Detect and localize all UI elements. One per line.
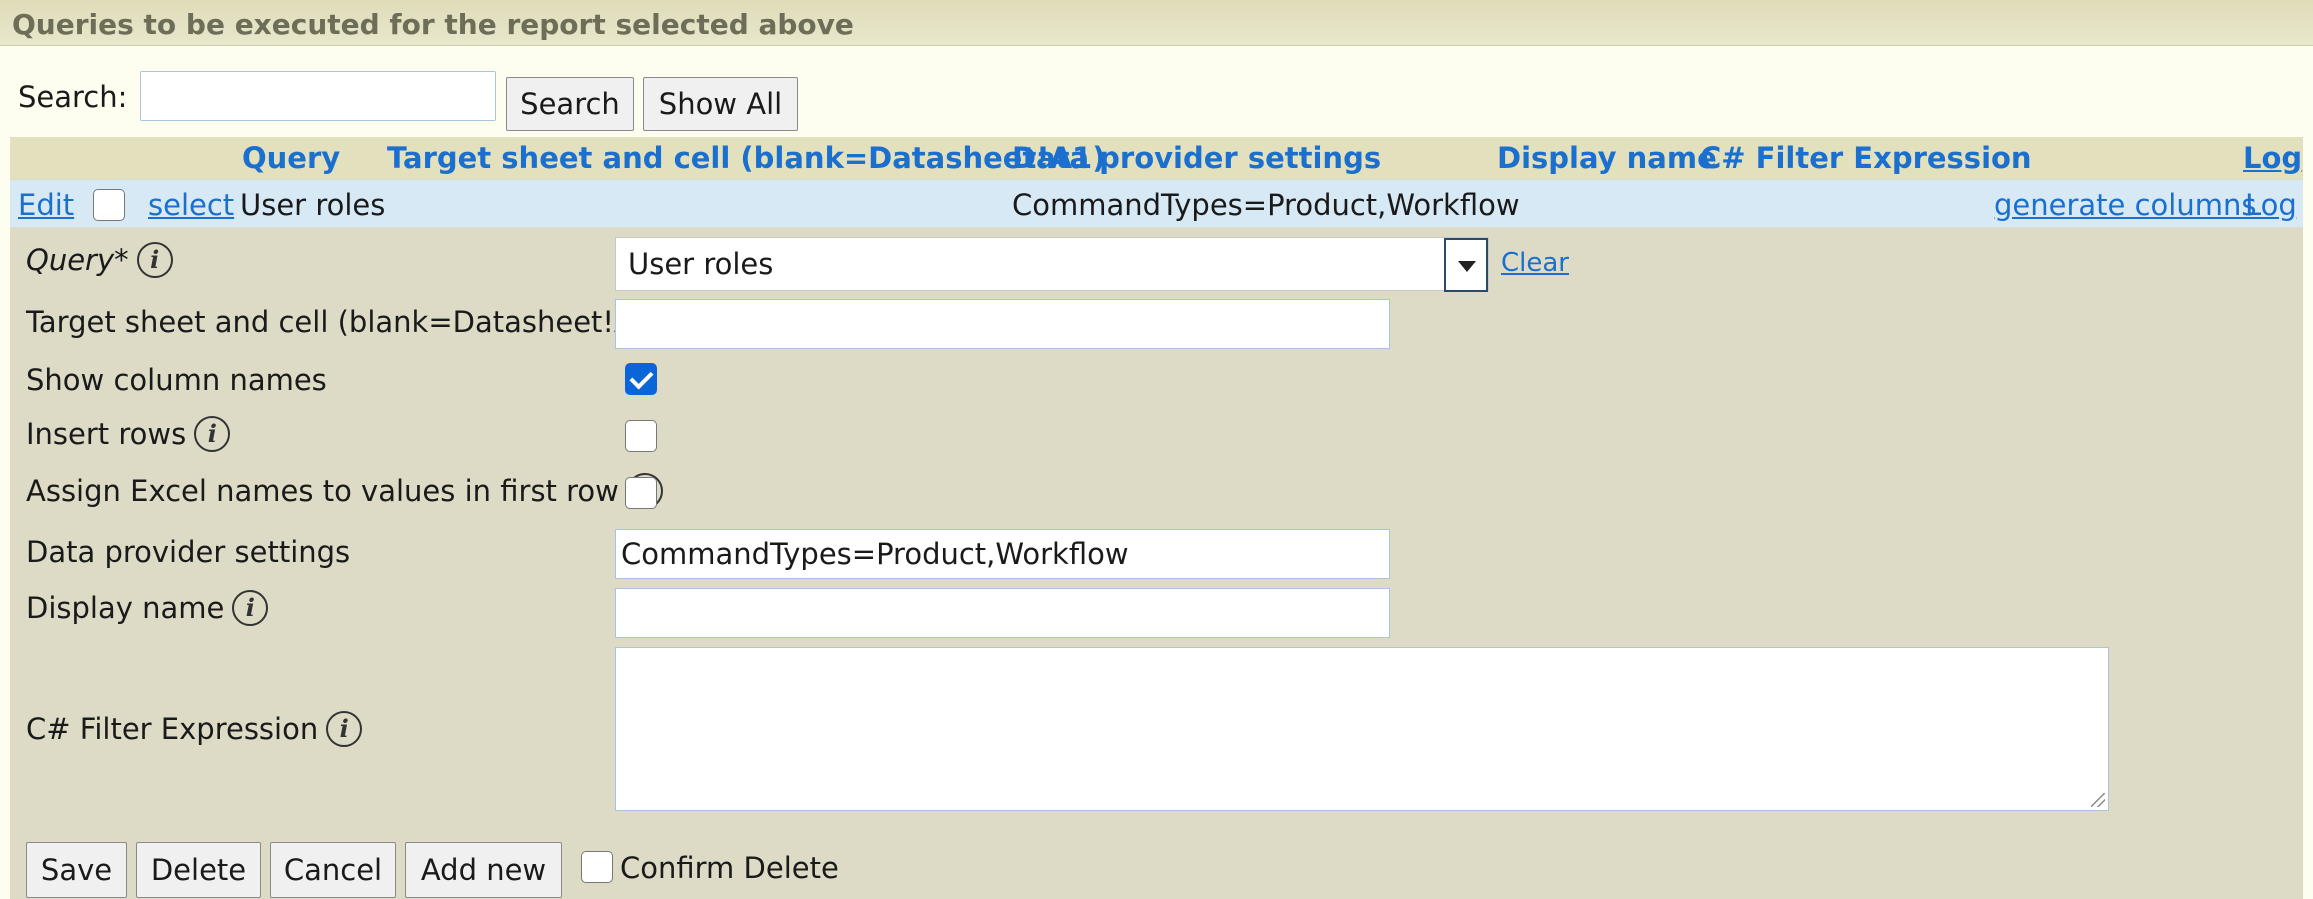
panel-title-bar: Queries to be executed for the report se… <box>0 0 2313 46</box>
search-button[interactable]: Search <box>506 77 634 131</box>
info-icon[interactable]: i <box>136 242 173 278</box>
info-icon[interactable]: i <box>194 416 231 452</box>
insert-rows-label: Insert rows i <box>26 416 231 452</box>
column-header-target[interactable]: Target sheet and cell (blank=Datasheet!A… <box>387 141 1105 175</box>
column-header-display-name[interactable]: Display name <box>1497 141 1717 175</box>
query-field-label: Query* i <box>26 242 173 278</box>
filter-expression-label: C# Filter Expression i <box>26 711 363 747</box>
display-name-input[interactable] <box>615 588 1390 638</box>
search-input[interactable] <box>140 71 496 121</box>
insert-rows-checkbox[interactable] <box>625 420 657 452</box>
queries-panel: Queries to be executed for the report se… <box>0 0 2313 899</box>
save-button[interactable]: Save <box>26 842 127 898</box>
column-header-query[interactable]: Query <box>242 141 340 175</box>
table-row: Edit select User roles CommandTypes=Prod… <box>10 180 2303 227</box>
select-link[interactable]: select <box>148 188 234 222</box>
query-combobox[interactable]: User roles <box>615 237 1489 292</box>
target-field-label: Target sheet and cell (blank=Datasheet!A… <box>26 305 664 339</box>
grid-header-row: Query Target sheet and cell (blank=Datas… <box>10 137 2303 179</box>
assign-excel-names-label: Assign Excel names to values in first ro… <box>26 473 663 509</box>
column-header-filter[interactable]: C# Filter Expression <box>1700 141 2032 175</box>
clear-query-link[interactable]: Clear <box>1501 248 1569 278</box>
add-new-button[interactable]: Add new <box>405 842 562 898</box>
info-icon[interactable]: i <box>326 711 363 747</box>
search-label: Search: <box>18 80 128 114</box>
generate-columns-link[interactable]: generate columns <box>1994 188 2256 222</box>
data-provider-input[interactable]: CommandTypes=Product,Workflow <box>615 529 1390 579</box>
data-provider-label: Data provider settings <box>26 535 351 569</box>
info-icon[interactable]: i <box>232 590 269 626</box>
display-name-label: Display name i <box>26 590 269 626</box>
dropdown-arrow-icon[interactable] <box>1444 238 1488 292</box>
column-header-data-provider[interactable]: Data provider settings <box>1012 141 1381 175</box>
panel-title: Queries to be executed for the report se… <box>12 8 854 41</box>
target-cell-input[interactable] <box>615 299 1390 349</box>
confirm-delete-checkbox[interactable] <box>581 851 613 883</box>
row-query-value: User roles <box>240 188 386 222</box>
row-log-link[interactable]: Log <box>2245 188 2297 222</box>
assign-excel-names-checkbox[interactable] <box>625 477 657 509</box>
query-combobox-value: User roles <box>628 247 774 281</box>
column-header-log[interactable]: Log <box>2243 141 2302 175</box>
filter-expression-textarea[interactable] <box>615 647 2109 811</box>
confirm-delete-label: Confirm Delete <box>620 851 839 885</box>
row-data-provider-value: CommandTypes=Product,Workflow <box>1012 188 1520 222</box>
cancel-button[interactable]: Cancel <box>270 842 396 898</box>
show-all-button[interactable]: Show All <box>643 77 798 131</box>
delete-button[interactable]: Delete <box>136 842 261 898</box>
show-column-names-checkbox[interactable] <box>625 363 657 395</box>
edit-link[interactable]: Edit <box>18 188 74 222</box>
queries-grid: Query Target sheet and cell (blank=Datas… <box>10 137 2303 899</box>
show-column-names-label: Show column names <box>26 363 327 397</box>
row-select-checkbox[interactable] <box>93 189 125 221</box>
